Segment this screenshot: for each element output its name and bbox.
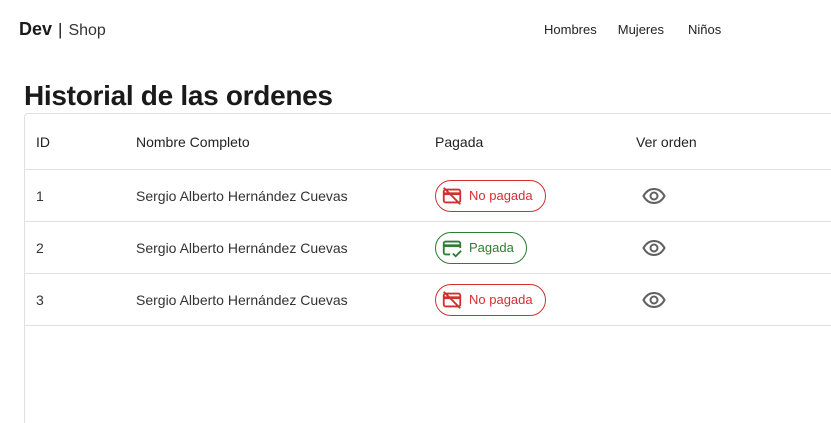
eye-icon — [642, 239, 666, 256]
brand-sub-text: Shop — [68, 22, 106, 39]
cell-name: Sergio Alberto Hernández Cuevas — [136, 239, 348, 256]
eye-icon — [642, 187, 666, 204]
cell-id: 1 — [36, 187, 44, 204]
credit-card-off-icon — [442, 186, 462, 205]
cell-id: 3 — [36, 291, 44, 308]
credit-card-off-icon — [442, 290, 462, 309]
cell-id: 2 — [36, 239, 44, 256]
cell-paid: No pagada — [435, 170, 546, 221]
cell-name: Sergio Alberto Hernández Cuevas — [136, 187, 348, 204]
view-order-button[interactable] — [634, 176, 674, 216]
status-chip-label: Pagada — [469, 240, 514, 255]
orders-table: ID Nombre Completo Pagada Ver orden 1 Se… — [24, 113, 831, 423]
table-row[interactable]: 1 Sergio Alberto Hernández Cuevas No pag… — [25, 170, 831, 222]
page-title: Historial de las ordenes — [24, 80, 333, 111]
cell-view — [636, 170, 674, 221]
navbar: Dev | Shop Hombres Mujeres Niños — [0, 0, 831, 60]
status-chip-unpaid: No pagada — [435, 179, 546, 212]
nav-links: Hombres Mujeres Niños — [544, 22, 721, 37]
nav-link-mujeres[interactable]: Mujeres — [618, 22, 664, 37]
brand-main-text: Dev — [19, 19, 53, 39]
view-order-button[interactable] — [634, 280, 674, 320]
column-header-id[interactable]: ID — [36, 114, 50, 169]
cell-paid: Pagada — [435, 222, 527, 273]
table-header: ID Nombre Completo Pagada Ver orden — [25, 114, 831, 170]
column-header-name[interactable]: Nombre Completo — [136, 114, 250, 169]
nav-link-hombres[interactable]: Hombres — [544, 22, 597, 37]
cell-view — [636, 222, 674, 273]
credit-score-icon — [442, 240, 462, 258]
cell-view — [636, 274, 674, 325]
status-chip-unpaid: No pagada — [435, 283, 546, 316]
status-chip-label: No pagada — [469, 292, 533, 307]
cell-paid: No pagada — [435, 274, 546, 325]
brand-logo[interactable]: Dev | Shop — [19, 19, 106, 40]
column-header-paid[interactable]: Pagada — [435, 114, 483, 169]
column-header-view[interactable]: Ver orden — [636, 114, 697, 169]
nav-link-ninos[interactable]: Niños — [688, 22, 721, 37]
table-row[interactable]: 3 Sergio Alberto Hernández Cuevas No pag… — [25, 274, 831, 326]
table-row[interactable]: 2 Sergio Alberto Hernández Cuevas Pagada — [25, 222, 831, 274]
cell-name: Sergio Alberto Hernández Cuevas — [136, 291, 348, 308]
view-order-button[interactable] — [634, 228, 674, 268]
eye-icon — [642, 291, 666, 308]
brand-separator: | — [58, 20, 63, 39]
status-chip-paid: Pagada — [435, 231, 527, 264]
status-chip-label: No pagada — [469, 188, 533, 203]
